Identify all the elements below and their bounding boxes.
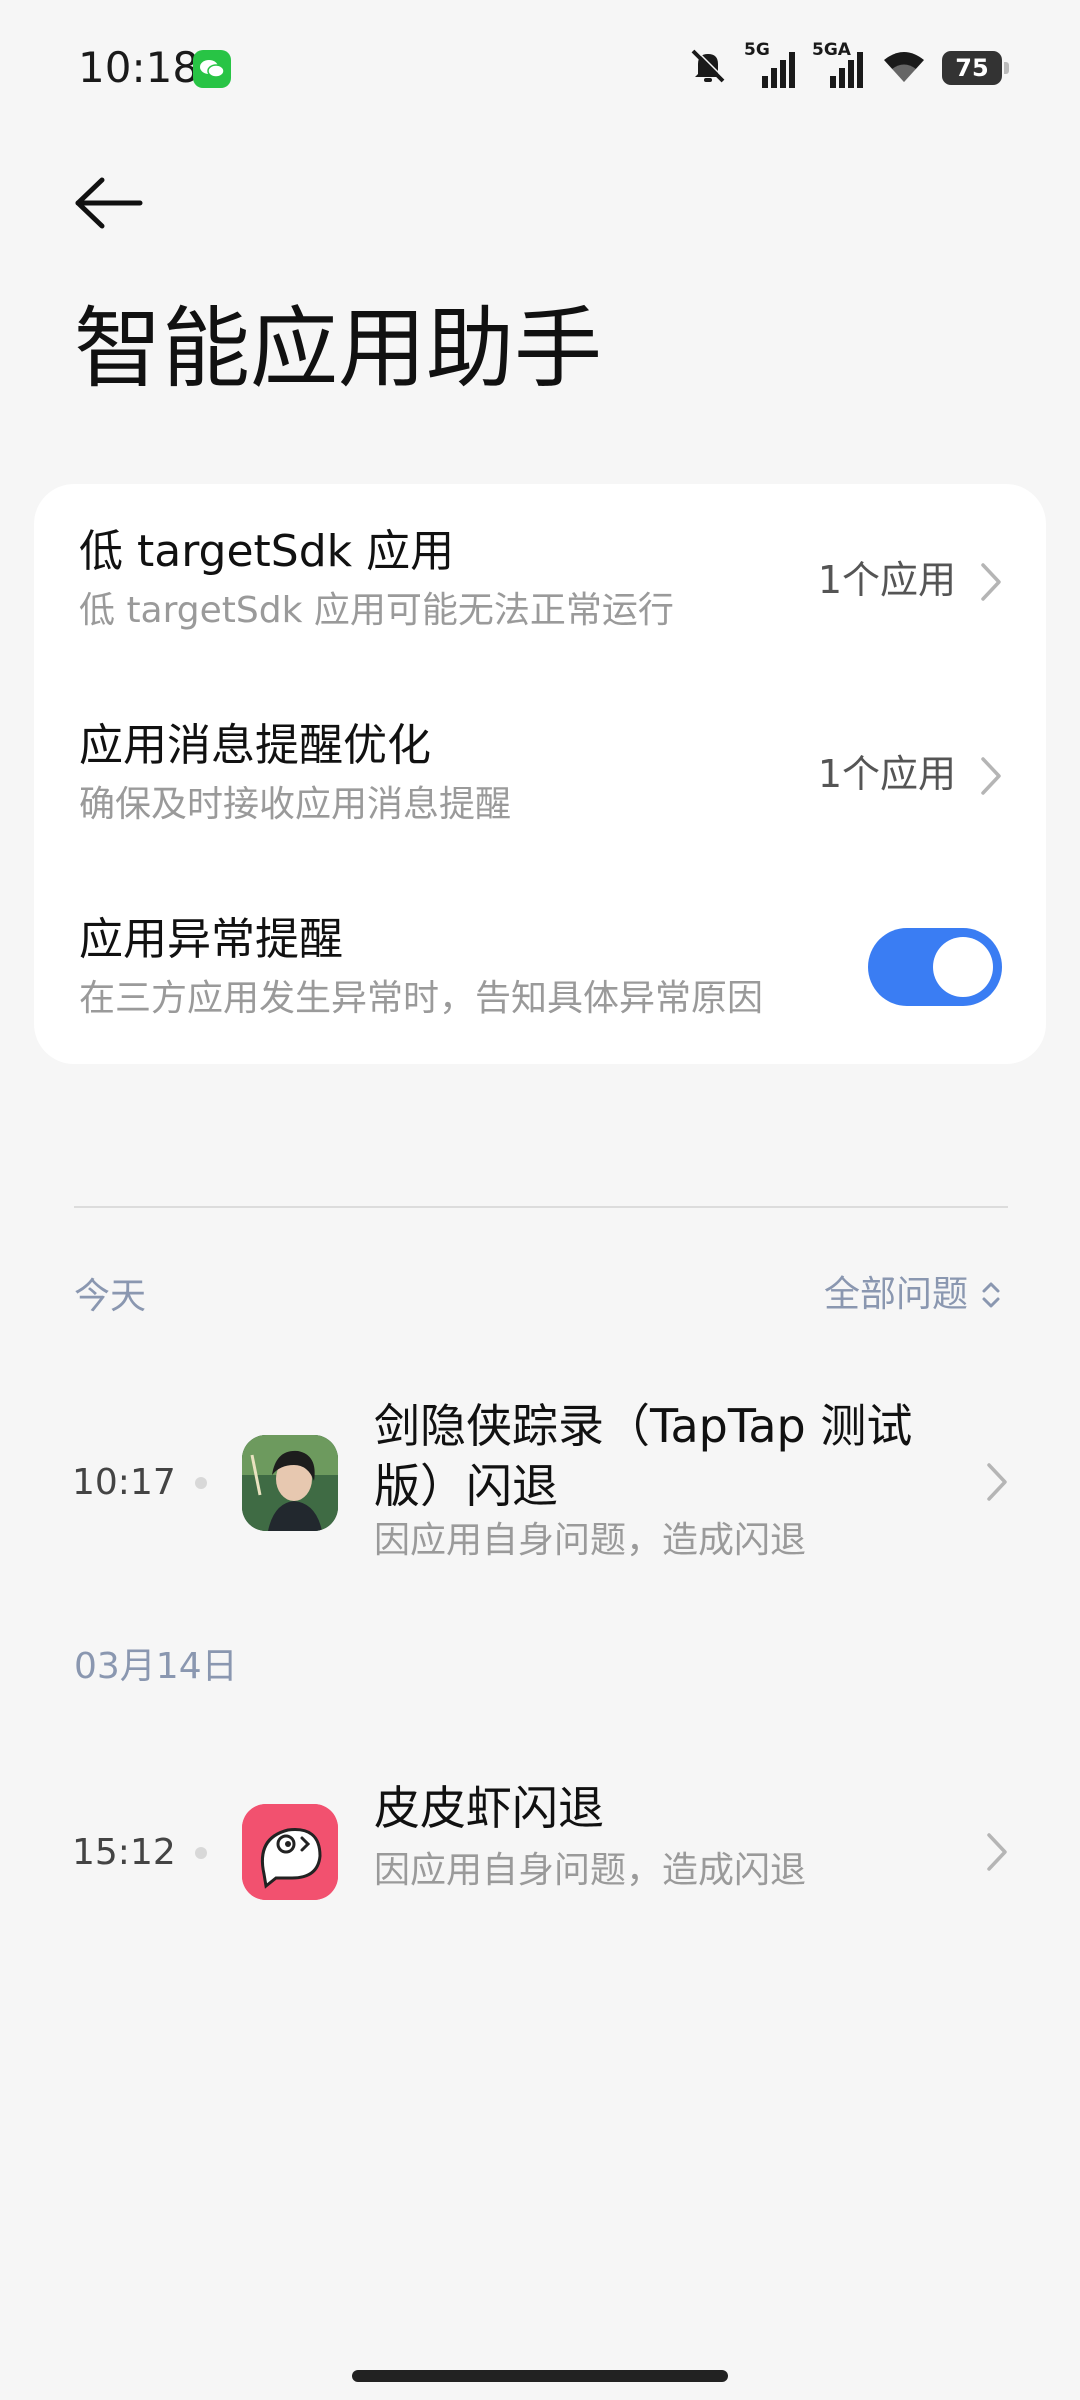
crash-event-item[interactable]: 15:12 皮皮虾闪退 因应用自身问题，造成闪退 [0,1760,1080,1940]
cellular-signal-1-icon: 5G [744,40,798,92]
low-target-sdk-count: 1个应用 [817,558,956,602]
status-bar: 10:18 5G 5GA 75 [0,0,1080,135]
low-target-sdk-row[interactable]: 低 targetSdk 应用 低 targetSdk 应用可能无法正常运行 1个… [34,484,1046,678]
sort-updown-icon [982,1282,1000,1308]
low-target-sdk-subtitle: 低 targetSdk 应用可能无法正常运行 [79,590,674,631]
app-abnormal-reminder-subtitle: 在三方应用发生异常时，告知具体异常原因 [79,978,764,1019]
wechat-notification-icon [193,50,231,88]
home-indicator[interactable] [352,2370,728,2382]
chevron-right-icon [981,757,1001,795]
chevron-right-icon [987,1833,1007,1871]
crash-event-item[interactable]: 10:17 剑隐侠踪录（TapTap 测试版）闪退 因应用自身问题，造成闪退 [0,1380,1080,1590]
back-button[interactable] [70,170,150,240]
message-reminder-subtitle: 确保及时接收应用消息提醒 [79,784,512,825]
cellular-signal-2-icon: 5GA [812,40,866,92]
timeline-dot [195,1847,207,1859]
event-subtitle: 因应用自身问题，造成闪退 [374,1850,807,1891]
event-subtitle: 因应用自身问题，造成闪退 [374,1520,807,1561]
filter-label: 全部问题 [823,1274,968,1315]
section-divider [74,1206,1008,1208]
app-abnormal-reminder-toggle[interactable] [868,928,1002,1006]
chevron-right-icon [987,1463,1007,1501]
event-time: 10:17 [72,1462,176,1503]
status-indicators: 5G 5GA 75 [686,40,1009,92]
toggle-knob [933,937,993,997]
app-abnormal-reminder-title: 应用异常提醒 [79,914,343,965]
message-reminder-optimization-row[interactable]: 应用消息提醒优化 确保及时接收应用消息提醒 1个应用 [34,678,1046,872]
low-target-sdk-title: 低 targetSdk 应用 [79,526,455,577]
page-title: 智能应用助手 [74,297,603,400]
pipixia-app-icon [242,1804,338,1900]
app-abnormal-reminder-row: 应用异常提醒 在三方应用发生异常时，告知具体异常原因 [34,872,1046,1066]
filter-dropdown[interactable]: 全部问题 [824,1272,1002,1318]
date-label-march-14: 03月14日 [74,1646,238,1687]
game-app-icon [242,1435,338,1531]
date-label-today: 今天 [74,1276,147,1317]
chevron-right-icon [981,563,1001,601]
timeline-dot [195,1477,207,1489]
event-title: 剑隐侠踪录（TapTap 测试版）闪退 [374,1399,913,1513]
wifi-icon [880,46,928,90]
battery-icon: 75 [942,51,1009,85]
back-arrow-icon [75,177,143,229]
event-title: 皮皮虾闪退 [374,1781,604,1835]
settings-card: 低 targetSdk 应用 低 targetSdk 应用可能无法正常运行 1个… [34,484,1046,1064]
message-reminder-title: 应用消息提醒优化 [79,720,431,771]
event-time: 15:12 [72,1832,176,1873]
bell-muted-icon [686,44,730,92]
status-time: 10:18 [78,43,200,92]
message-reminder-count: 1个应用 [817,752,956,796]
